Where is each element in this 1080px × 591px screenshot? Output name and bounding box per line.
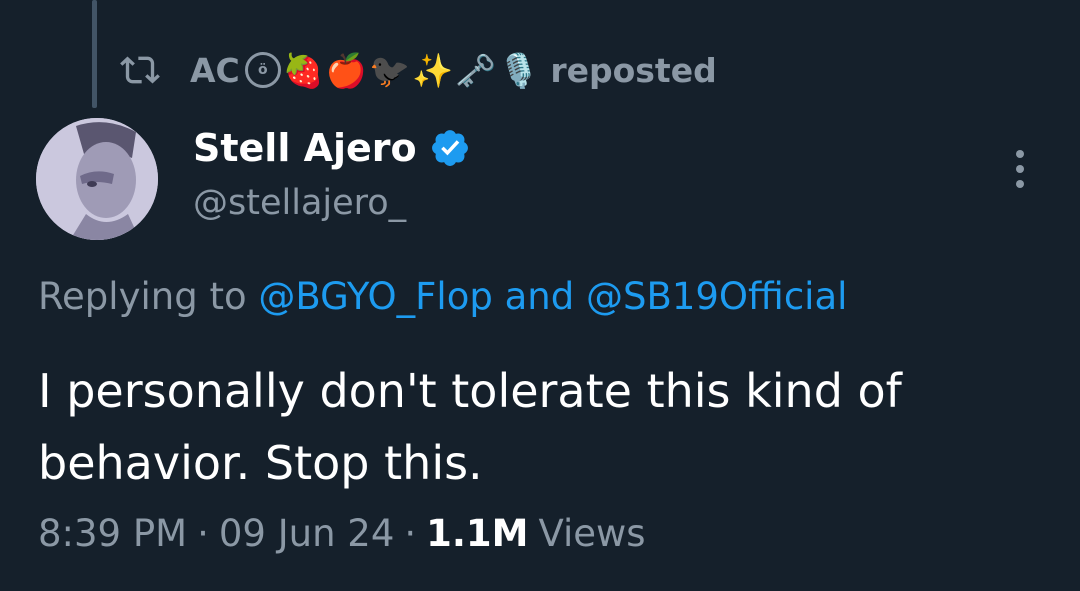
repost-header: AC ö 🍓 🍎 🐦‍⬛ ✨ 🗝️ 🎙️ reposted xyxy=(120,44,717,96)
more-dot xyxy=(1016,180,1024,188)
blackbird-emoji-icon: 🐦‍⬛ xyxy=(368,50,411,90)
tweet-time[interactable]: 8:39 PM xyxy=(38,512,187,555)
tweet-text: I personally don't tolerate this kind of… xyxy=(38,355,1038,499)
more-vertical-icon[interactable] xyxy=(1003,146,1037,192)
views-count: 1.1M xyxy=(426,512,529,555)
thread-connector-line xyxy=(92,0,97,108)
mention-bgyo-flop[interactable]: @BGYO_Flop xyxy=(258,275,492,318)
mention-joiner[interactable]: and xyxy=(505,275,575,318)
repost-icon xyxy=(120,56,160,84)
author-handle[interactable]: @stellajero_ xyxy=(193,183,406,223)
mention-sb19official[interactable]: @SB19Official xyxy=(586,275,847,318)
more-dot xyxy=(1016,150,1024,158)
author-display-name[interactable]: Stell Ajero xyxy=(193,126,417,170)
meta-separator: · xyxy=(404,512,417,555)
repost-label: reposted xyxy=(550,50,717,90)
meta-separator: · xyxy=(197,512,209,555)
reply-prefix: Replying to xyxy=(38,275,247,318)
reply-context: Replying to @BGYO_Flop and @SB19Official xyxy=(38,275,847,318)
microphone-emoji-icon: 🎙️ xyxy=(498,50,540,90)
reposter-emoji-strip: ö 🍓 🍎 🐦‍⬛ ✨ 🗝️ 🎙️ xyxy=(244,52,541,88)
views-label: Views xyxy=(538,512,646,555)
tweet-date[interactable]: 09 Jun 24 xyxy=(219,512,395,555)
more-dot xyxy=(1016,165,1024,173)
reposter-name[interactable]: AC xyxy=(190,51,240,90)
profile-photo-icon xyxy=(36,118,158,240)
author-display-name-row: Stell Ajero xyxy=(193,126,471,170)
sparkles-emoji-icon: ✨ xyxy=(412,50,454,90)
strawberry-emoji-icon: 🍓 xyxy=(282,50,324,90)
tweet-meta: 8:39 PM · 09 Jun 24 · 1.1M Views xyxy=(38,512,646,555)
verified-badge-icon[interactable] xyxy=(429,127,471,169)
apple-emoji-icon: 🍎 xyxy=(325,50,367,90)
tweet-text-line: behavior. Stop this. xyxy=(38,436,483,490)
key-emoji-icon: 🗝️ xyxy=(455,50,497,90)
tweet-text-line: I personally don't tolerate this kind of xyxy=(38,364,902,418)
avatar[interactable] xyxy=(36,118,158,240)
face-emoji-icon: ö xyxy=(244,52,281,88)
